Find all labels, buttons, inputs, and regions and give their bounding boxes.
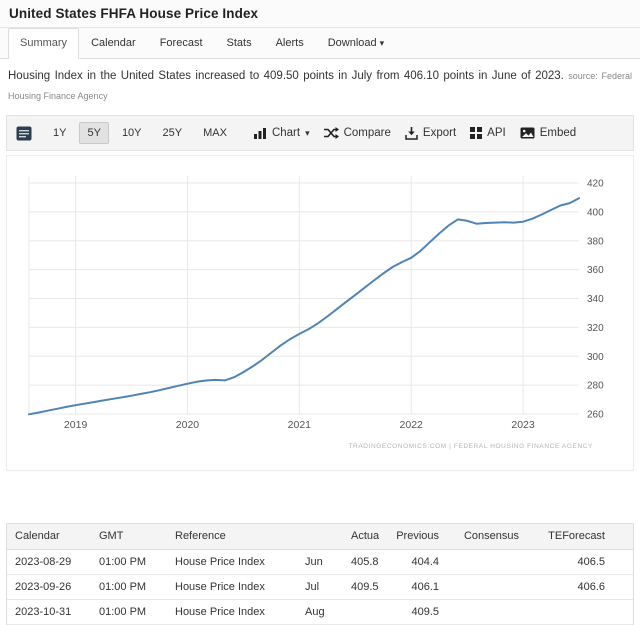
range-25y-button[interactable]: 25Y	[155, 122, 191, 144]
col-calendar: Calendar	[7, 524, 91, 549]
cell-actual: 409.5	[343, 574, 379, 599]
cell-previous: 404.4	[379, 549, 444, 574]
cell-gmt: 01:00 PM	[91, 599, 167, 624]
cell-reference[interactable]: House Price Index	[167, 574, 297, 599]
cell-date: 2023-09-26	[7, 574, 91, 599]
tab-stats[interactable]: Stats	[215, 28, 264, 58]
svg-text:420: 420	[587, 179, 604, 190]
api-button[interactable]: API	[470, 127, 506, 139]
calendar-table: Calendar GMT Reference Actual Previous C…	[6, 523, 634, 625]
svg-text:300: 300	[587, 352, 604, 363]
cell-period: Jul	[297, 574, 343, 599]
cell-period: Aug	[297, 599, 343, 624]
price-chart[interactable]: 260 280 300 320 340 360 380 400 420 2019 2020 2021 2…	[6, 155, 634, 471]
tab-summary[interactable]: Summary	[8, 28, 79, 59]
export-button[interactable]: Export	[405, 127, 456, 140]
col-reference: Reference	[167, 524, 297, 549]
col-teforecast: TEForecast	[524, 524, 633, 549]
table-row[interactable]: 2023-10-31 01:00 PM House Price Index Au…	[7, 599, 633, 624]
table-row[interactable]: 2023-09-26 01:00 PM House Price Index Ju…	[7, 574, 633, 599]
shuffle-icon	[324, 127, 339, 139]
cell-reference[interactable]: House Price Index	[167, 549, 297, 574]
svg-text:2021: 2021	[288, 419, 312, 431]
chart-type-button[interactable]: Chart▾	[254, 127, 310, 139]
cell-consensus	[444, 549, 524, 574]
tab-alerts[interactable]: Alerts	[264, 28, 316, 58]
cell-teforecast: 406.6	[524, 574, 633, 599]
svg-text:2023: 2023	[511, 419, 535, 431]
cell-date: 2023-08-29	[7, 549, 91, 574]
col-consensus: Consensus	[444, 524, 524, 549]
svg-text:400: 400	[587, 207, 604, 218]
cell-teforecast: 406.5	[524, 549, 633, 574]
svg-text:380: 380	[587, 236, 604, 247]
cell-gmt: 01:00 PM	[91, 549, 167, 574]
source-label: source:	[568, 71, 598, 81]
svg-text:2020: 2020	[176, 419, 200, 431]
tab-download[interactable]: Download▾	[316, 28, 396, 58]
range-max-button[interactable]: MAX	[195, 122, 235, 144]
tab-calendar[interactable]: Calendar	[79, 28, 148, 58]
page-header: United States FHFA House Price Index	[0, 0, 640, 28]
range-1y-button[interactable]: 1Y	[45, 122, 74, 144]
col-previous: Previous	[379, 524, 444, 549]
svg-text:360: 360	[587, 265, 604, 276]
chart-attribution: TRADINGECONOMICS.COM | FEDERAL HOUSING F…	[348, 443, 593, 450]
summary-text: Housing Index in the United States incre…	[8, 66, 632, 106]
bar-chart-icon	[254, 127, 267, 139]
cell-gmt: 01:00 PM	[91, 574, 167, 599]
svg-text:280: 280	[587, 381, 604, 392]
range-5y-button[interactable]: 5Y	[79, 122, 108, 144]
cell-previous: 409.5	[379, 599, 444, 624]
col-period	[297, 524, 343, 549]
cell-actual	[343, 599, 379, 624]
svg-text:320: 320	[587, 323, 604, 334]
chevron-down-icon: ▾	[305, 128, 310, 139]
cell-consensus	[444, 599, 524, 624]
datepicker-button[interactable]	[16, 126, 32, 141]
svg-text:340: 340	[587, 294, 604, 305]
svg-text:2019: 2019	[64, 419, 88, 431]
cell-period: Jun	[297, 549, 343, 574]
cell-reference[interactable]: House Price Index	[167, 599, 297, 624]
image-icon	[520, 127, 535, 139]
range-10y-button[interactable]: 10Y	[114, 122, 150, 144]
calendar-icon	[16, 126, 32, 141]
tab-forecast[interactable]: Forecast	[148, 28, 215, 58]
embed-button[interactable]: Embed	[520, 127, 576, 139]
tab-bar: Summary Calendar Forecast Stats Alerts D…	[0, 28, 640, 59]
grid-icon	[470, 127, 482, 139]
line-chart-canvas[interactable]: 260 280 300 320 340 360 380 400 420 2019 2020 2021 2…	[7, 156, 633, 470]
table-row[interactable]: 2023-08-29 01:00 PM House Price Index Ju…	[7, 549, 633, 574]
cell-date: 2023-10-31	[7, 599, 91, 624]
compare-button[interactable]: Compare	[324, 127, 391, 139]
page-title: United States FHFA House Price Index	[9, 6, 258, 21]
col-actual: Actual	[343, 524, 379, 549]
cell-teforecast	[524, 599, 633, 624]
chevron-down-icon: ▾	[380, 38, 385, 48]
chart-toolbar: 1Y 5Y 10Y 25Y MAX Chart▾ Compare Export	[6, 115, 634, 151]
download-icon	[405, 127, 418, 140]
svg-text:260: 260	[587, 410, 604, 421]
svg-text:2022: 2022	[400, 419, 424, 431]
cell-actual: 405.8	[343, 549, 379, 574]
table-header-row: Calendar GMT Reference Actual Previous C…	[7, 524, 633, 549]
cell-consensus	[444, 574, 524, 599]
cell-previous: 406.1	[379, 574, 444, 599]
col-gmt: GMT	[91, 524, 167, 549]
